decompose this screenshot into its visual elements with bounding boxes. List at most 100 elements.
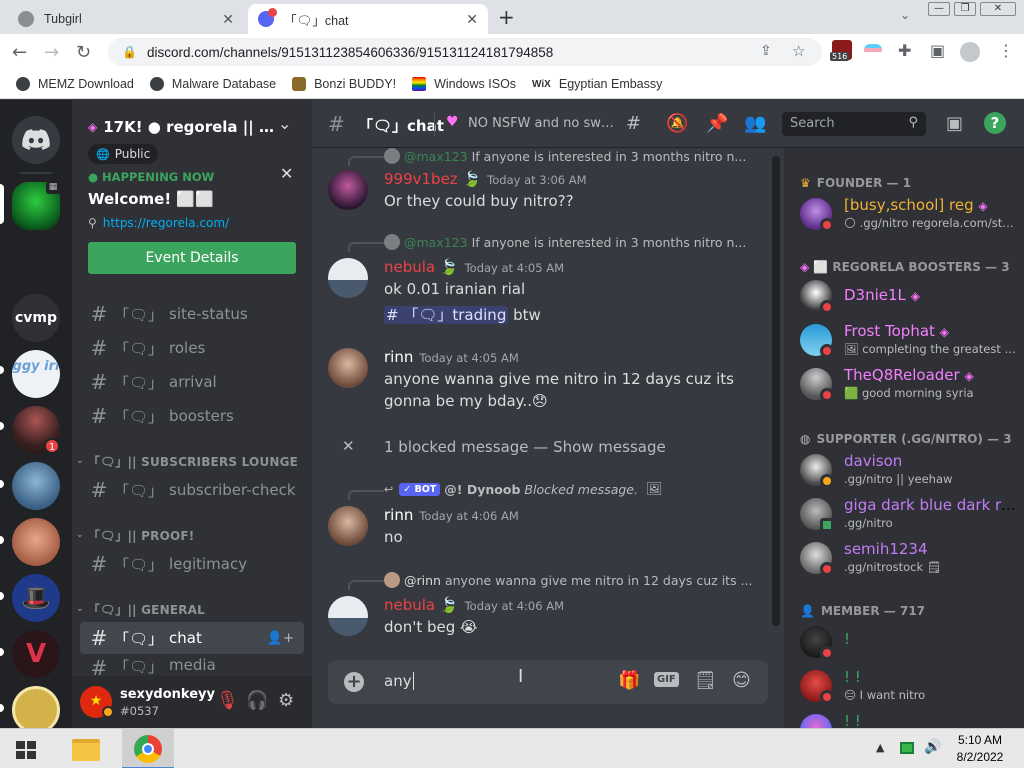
member-item[interactable]: ! ! 😑 I want nitro bbox=[800, 664, 1020, 708]
category-proof[interactable]: ⌄ 「🗨」|| PROOF! bbox=[76, 526, 194, 544]
back-icon[interactable]: ← bbox=[12, 42, 27, 63]
server-header[interactable]: ◈ 17K! ● regorela || .gg/... bbox=[88, 118, 278, 136]
side-panel-icon[interactable]: ▣ bbox=[930, 41, 945, 60]
tray-chevron-icon[interactable]: ▲ bbox=[876, 741, 884, 754]
tab-search-icon[interactable]: ⌄ bbox=[900, 8, 910, 22]
reply-preview[interactable]: @max123 If anyone is interested in 3 mont… bbox=[384, 234, 746, 250]
file-explorer-icon[interactable] bbox=[72, 739, 100, 761]
help-icon[interactable]: ? bbox=[984, 112, 1006, 134]
pin-icon[interactable]: 📌 bbox=[706, 113, 728, 134]
browser-tab-chat[interactable]: 「🗨」chat ✕ bbox=[248, 4, 488, 34]
close-window-button[interactable]: ✕ bbox=[980, 2, 1016, 16]
event-link[interactable]: https://regorela.com/ bbox=[103, 216, 229, 230]
windows-start-icon[interactable] bbox=[16, 741, 36, 759]
close-tab-icon[interactable]: ✕ bbox=[466, 11, 478, 28]
reply-preview[interactable]: @rinn anyone wanna give me nitro in 12 da… bbox=[384, 572, 752, 588]
user-avatar[interactable] bbox=[328, 170, 368, 210]
server-valorant[interactable]: V bbox=[12, 630, 60, 678]
profile-avatar-icon[interactable] bbox=[960, 42, 980, 62]
chevron-down-icon[interactable]: ⌄ bbox=[278, 114, 291, 133]
browser-tab-tubgirl[interactable]: Tubgirl ✕ bbox=[8, 4, 244, 34]
attach-plus-button[interactable]: + bbox=[344, 672, 364, 692]
headphones-icon[interactable]: 🎧 bbox=[246, 690, 268, 711]
restore-button[interactable]: ❐ bbox=[954, 2, 976, 16]
bookmark-item[interactable]: MEMZ Download bbox=[16, 77, 134, 91]
channel-subscriber-check[interactable]: # 「🗨」 subscriber-check bbox=[80, 474, 304, 506]
member-item[interactable]: ! bbox=[800, 620, 1020, 664]
channel-site-status[interactable]: # 「🗨」 site-status bbox=[80, 298, 304, 330]
server-monopoly[interactable]: 🎩 bbox=[12, 574, 60, 622]
member-item[interactable]: davison .gg/nitro || yeehaw bbox=[800, 448, 1020, 492]
member-item[interactable]: D3nie1L ◈ bbox=[800, 274, 1020, 318]
server-ggy-irl[interactable]: ggy irl bbox=[12, 350, 60, 398]
gift-icon[interactable]: 🎁 bbox=[618, 670, 640, 691]
server-alien[interactable] bbox=[12, 462, 60, 510]
member-item[interactable]: TheQ8Reloader ◈ 🟩 good morning syria bbox=[800, 362, 1020, 406]
bookmark-star-icon[interactable]: ☆ bbox=[792, 42, 805, 60]
reply-preview[interactable]: ↩ ✓ BOT @! Dynoob Blocked message. 🖼 bbox=[384, 482, 662, 497]
discord-logo-icon bbox=[22, 129, 50, 150]
event-details-button[interactable]: Event Details bbox=[88, 242, 296, 274]
inbox-icon[interactable]: ▣ bbox=[946, 113, 963, 134]
member-item[interactable]: giga dark blue dark re... .gg/nitro bbox=[800, 492, 1020, 536]
member-item[interactable]: Frost Tophat ◈ 🖼 completing the greatest… bbox=[800, 318, 1020, 362]
channel-legitimacy[interactable]: # 「🗨」 legitimacy bbox=[80, 548, 304, 580]
scrollbar-track[interactable] bbox=[772, 156, 780, 626]
channel-mention[interactable]: # 「🗨」trading bbox=[384, 306, 509, 324]
show-message-link[interactable]: — Show message bbox=[533, 438, 665, 456]
clock[interactable]: 5:10 AM 8/2/2022 bbox=[950, 733, 1010, 764]
channel-arrival[interactable]: # 「🗨」 arrival bbox=[80, 366, 304, 398]
user-avatar[interactable] bbox=[328, 506, 368, 546]
address-bar[interactable]: 🔒 discord.com/channels/91513112385460633… bbox=[108, 38, 822, 66]
extensions-puzzle-icon[interactable]: ✚ bbox=[898, 41, 911, 60]
message-input[interactable]: any bbox=[384, 672, 614, 694]
search-input[interactable]: Search ⚲ bbox=[782, 112, 926, 136]
server-face[interactable] bbox=[12, 518, 60, 566]
channel-media[interactable]: # 「🗨」 media bbox=[80, 656, 304, 676]
gif-button[interactable]: GIF bbox=[654, 672, 679, 687]
user-avatar[interactable] bbox=[328, 258, 368, 298]
idle-status-icon bbox=[102, 706, 114, 718]
discord-home-button[interactable] bbox=[12, 116, 60, 164]
member-item[interactable]: semih1234 .gg/nitrostock 🗒 bbox=[800, 536, 1020, 580]
user-avatar[interactable] bbox=[328, 596, 368, 636]
scrollbar-thumb[interactable] bbox=[772, 156, 780, 626]
bookmark-item[interactable]: WiX Egyptian Embassy bbox=[532, 77, 662, 91]
invite-icon[interactable]: 👤+ bbox=[267, 631, 294, 646]
member-item[interactable]: [busy,school] reg ◈ 🌕 .gg/nitro regorela… bbox=[800, 192, 1020, 236]
channel-roles[interactable]: # 「🗨」 roles bbox=[80, 332, 304, 364]
network-icon[interactable] bbox=[900, 742, 914, 754]
close-icon[interactable]: ✕ bbox=[280, 164, 293, 183]
forward-icon[interactable]: → bbox=[44, 42, 59, 63]
bookmark-item[interactable]: Bonzi BUDDY! bbox=[292, 77, 396, 91]
server-cvmp[interactable]: cvmp bbox=[12, 294, 60, 342]
reply-preview[interactable]: @max123 If anyone is interested in 3 mont… bbox=[384, 148, 746, 164]
volume-icon[interactable]: 🔊 bbox=[924, 739, 941, 755]
settings-gear-icon[interactable]: ⚙ bbox=[278, 690, 294, 711]
emoji-icon[interactable]: 😊 bbox=[732, 670, 751, 691]
share-icon[interactable]: ⇪ bbox=[760, 43, 772, 59]
server-gold[interactable] bbox=[12, 686, 60, 734]
pride-extension-icon[interactable] bbox=[864, 44, 882, 56]
close-tab-icon[interactable]: ✕ bbox=[222, 11, 234, 28]
channel-boosters[interactable]: # 「🗨」 boosters bbox=[80, 400, 304, 432]
bookmark-item[interactable]: Windows ISOs bbox=[412, 77, 516, 91]
extension-icon[interactable]: 516 bbox=[830, 40, 852, 61]
notification-bell-muted-icon[interactable]: 🔕 bbox=[666, 113, 688, 134]
user-avatar[interactable] bbox=[328, 348, 368, 388]
sticker-icon[interactable]: 🗒 bbox=[694, 670, 717, 691]
channel-chat[interactable]: # 「🗨」 chat 👤+ bbox=[80, 622, 304, 654]
member-item[interactable]: ! ! bbox=[800, 708, 1020, 728]
new-tab-button[interactable]: + bbox=[498, 5, 515, 29]
menu-kebab-icon[interactable]: ⋮ bbox=[998, 41, 1014, 60]
chrome-taskbar-button[interactable] bbox=[122, 729, 174, 768]
category-general[interactable]: ⌄ 「🗨」|| GENERAL bbox=[76, 600, 205, 618]
channel-topic[interactable]: NO NSFW and no swea... bbox=[468, 116, 616, 131]
bookmark-item[interactable]: Malware Database bbox=[149, 77, 276, 91]
mute-mic-icon[interactable]: 🎙 bbox=[216, 690, 239, 711]
category-subscribers-lounge[interactable]: ⌄ 「🗨」|| SUBSCRIBERS LOUNGE bbox=[76, 452, 298, 470]
threads-icon[interactable]: # bbox=[626, 113, 641, 134]
reload-icon[interactable]: ↻ bbox=[76, 42, 91, 63]
minimize-button[interactable]: — bbox=[928, 2, 950, 16]
member-list-icon[interactable]: 👥 bbox=[744, 113, 766, 134]
